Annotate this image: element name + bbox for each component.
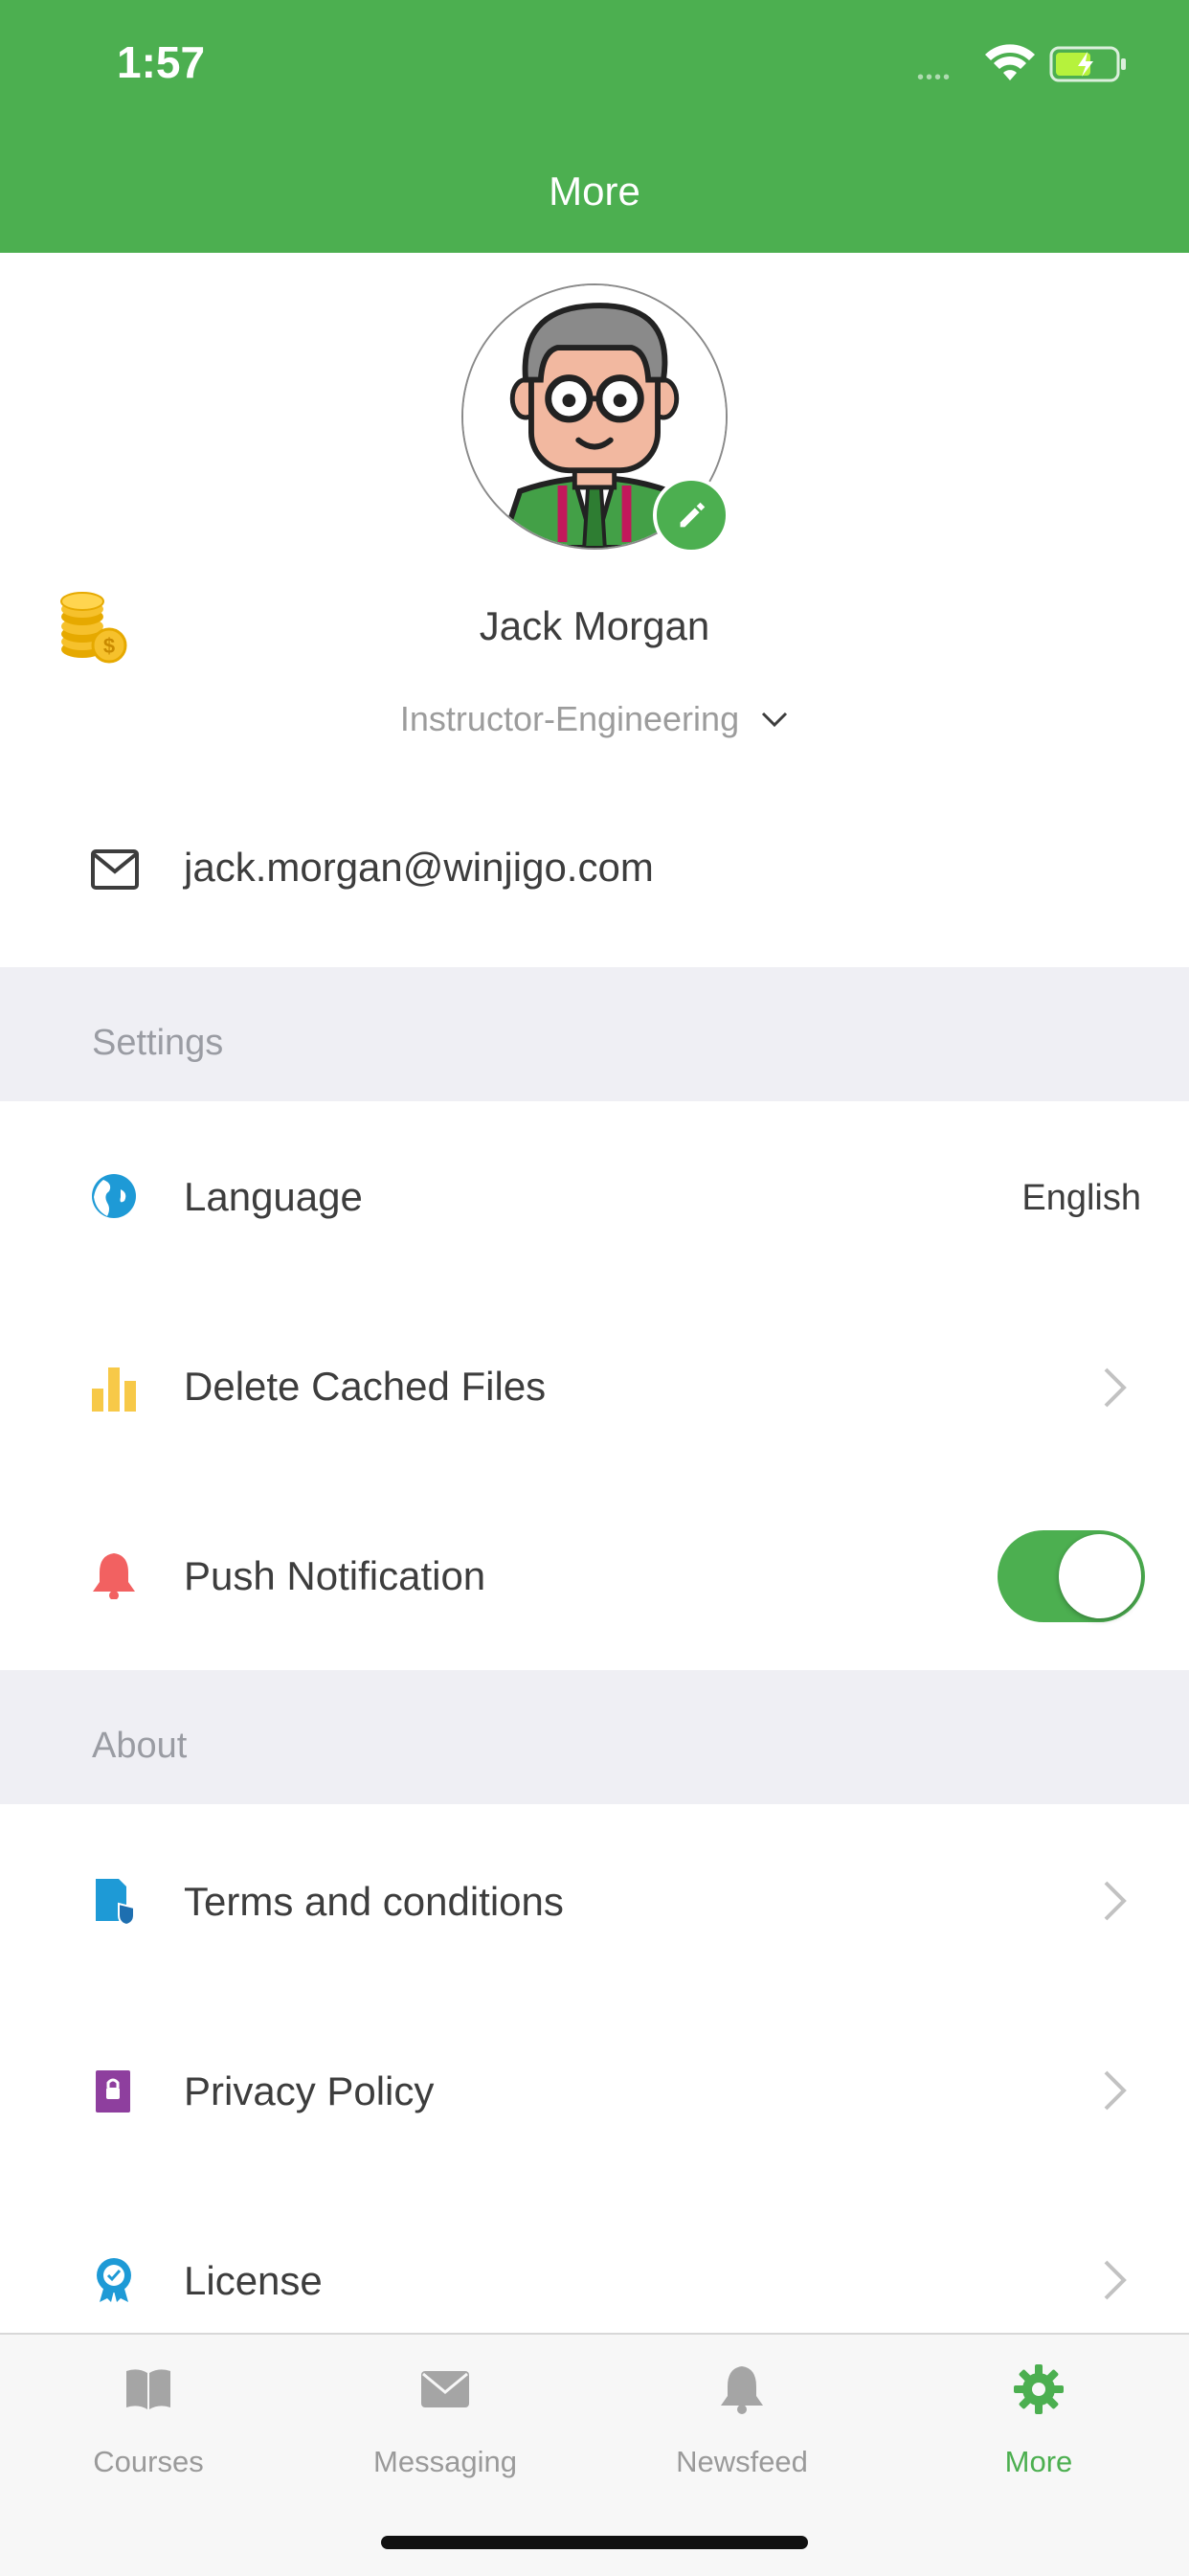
tab-more-label: More (1004, 2445, 1073, 2478)
page-title: More (549, 169, 640, 214)
battery-icon (1049, 46, 1126, 82)
envelope-icon (91, 849, 139, 890)
globe-icon (92, 1174, 136, 1218)
about-section-label: About (92, 1726, 188, 1766)
tab-newsfeed[interactable]: Newsfeed (594, 2363, 890, 2479)
tab-messaging-label: Messaging (373, 2445, 517, 2478)
tab-newsfeed-label: Newsfeed (676, 2445, 808, 2478)
privacy-lock-icon (96, 2070, 130, 2113)
delete-cache-row[interactable] (0, 1291, 1189, 1480)
role-label: Instructor-Engineering (399, 699, 740, 738)
wifi-icon (985, 44, 1035, 80)
toggle-knob (1059, 1534, 1141, 1618)
chevron-right-icon (1104, 1367, 1127, 1408)
privacy-row[interactable] (0, 1994, 1189, 2183)
terms-label: Terms and conditions (184, 1879, 564, 1924)
terms-row[interactable] (0, 1804, 1189, 1994)
tab-more[interactable]: More (890, 2363, 1187, 2479)
license-label: License (184, 2258, 323, 2303)
chevron-down-icon (762, 712, 788, 728)
bell-icon (721, 2366, 763, 2414)
push-notification-label: Push Notification (184, 1553, 486, 1598)
settings-section-label: Settings (92, 1023, 224, 1063)
tab-courses-label: Courses (93, 2445, 204, 2478)
profile-name: Jack Morgan (479, 603, 710, 648)
document-shield-icon (96, 1879, 135, 1925)
language-value: English (1021, 1178, 1141, 1218)
language-row[interactable] (0, 1101, 1189, 1291)
gear-icon (1014, 2364, 1064, 2414)
license-row[interactable] (0, 2183, 1189, 2333)
home-indicator (381, 2536, 808, 2549)
bell-icon (93, 1553, 135, 1599)
delete-cache-label: Delete Cached Files (184, 1364, 547, 1409)
language-label: Language (184, 1174, 363, 1219)
role-selector[interactable]: Instructor-Engineering (0, 699, 1189, 739)
signal-dots: •••• (917, 67, 953, 88)
award-badge-icon (97, 2258, 131, 2302)
chevron-right-icon (1104, 1881, 1127, 1921)
email-address[interactable]: jack.morgan@winjigo.com (184, 845, 654, 891)
privacy-label: Privacy Policy (184, 2068, 435, 2113)
edit-avatar-button[interactable] (653, 477, 729, 554)
tab-messaging[interactable]: Messaging (297, 2363, 594, 2479)
envelope-icon (421, 2371, 469, 2407)
chevron-right-icon (1104, 2260, 1127, 2300)
status-time: 1:57 (117, 37, 206, 87)
bar-chart-icon (92, 1367, 136, 1412)
tab-courses[interactable]: Courses (0, 2363, 297, 2479)
pencil-icon (680, 502, 706, 528)
chevron-right-icon (1104, 2070, 1127, 2111)
book-icon (126, 2369, 170, 2409)
